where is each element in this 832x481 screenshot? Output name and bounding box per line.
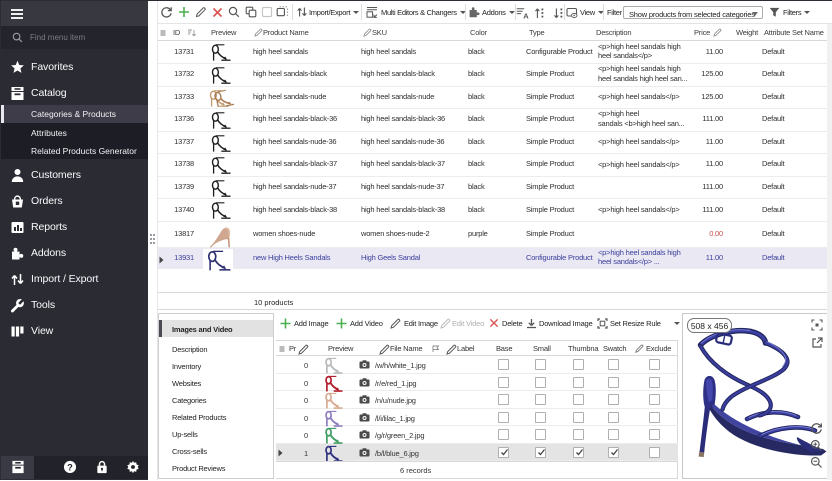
svg-text:A: A bbox=[523, 11, 529, 19]
svg-text:?: ? bbox=[67, 462, 73, 472]
